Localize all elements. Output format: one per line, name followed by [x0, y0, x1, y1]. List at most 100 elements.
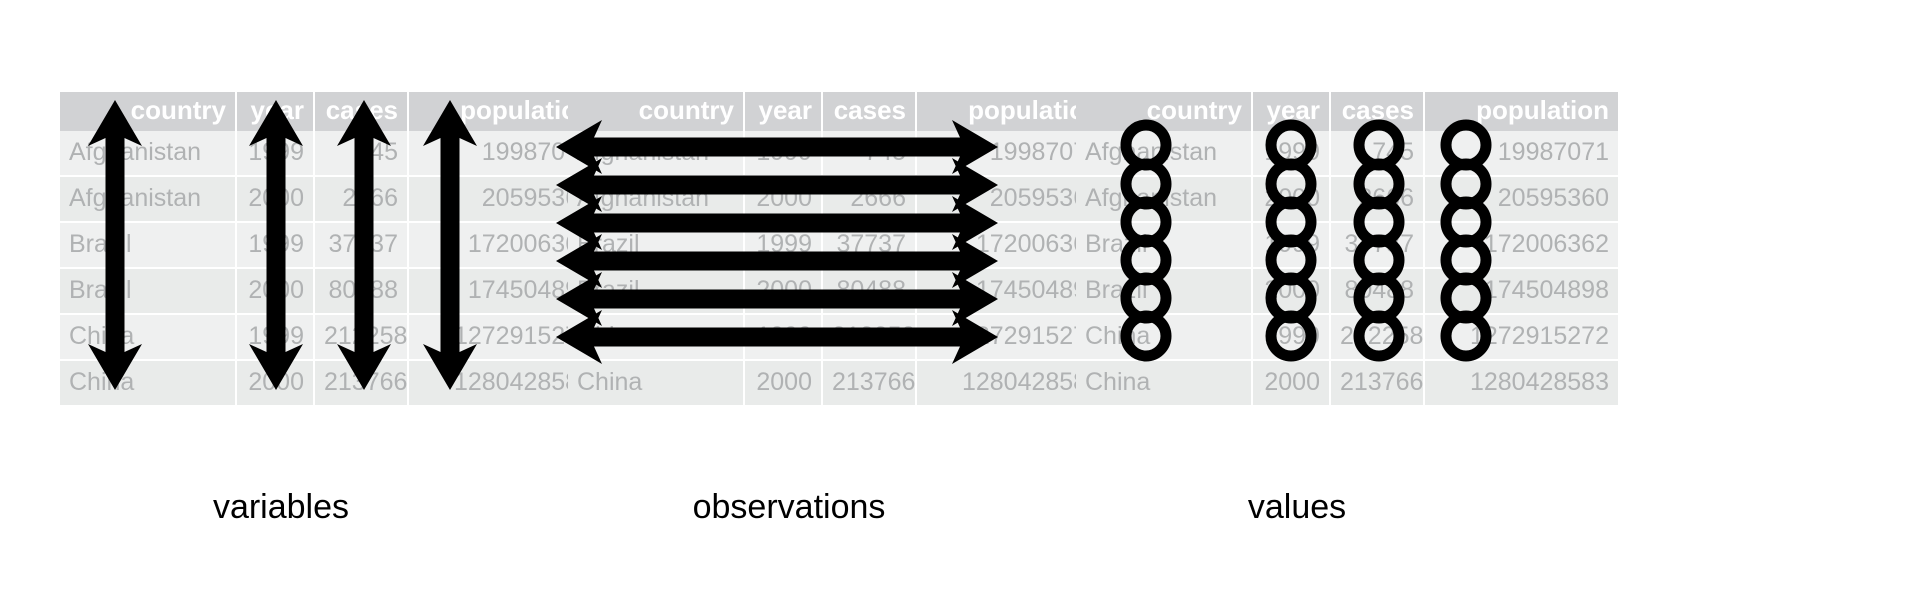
column-header-year: year: [744, 92, 823, 131]
cell-cases: 80488: [822, 268, 917, 315]
cell-year: 2000: [1252, 176, 1331, 223]
cell-country: Afghanistan: [1076, 176, 1253, 223]
cell-country: China: [568, 360, 745, 405]
cell-cases: 212258: [822, 314, 917, 361]
cell-population: 172006362: [1424, 222, 1618, 269]
table-row: Brazil 2000 80488 174504898: [60, 268, 602, 315]
data-table-variables: country year cases population Afghanista…: [60, 92, 602, 405]
cell-year: 2000: [236, 360, 315, 405]
cell-year: 1999: [1252, 222, 1331, 269]
table-row: China 1999 212258 1272915272: [568, 314, 1110, 361]
table-row: Afghanistan 1999 745 19987071: [1076, 131, 1618, 177]
cell-population: 174504898: [1424, 268, 1618, 315]
table-row: China 2000 213766 1280428583: [60, 360, 602, 405]
tidy-data-figure: country year cases population Afghanista…: [0, 0, 1920, 600]
column-header-cases: cases: [822, 92, 917, 131]
data-table-values: country year cases population Afghanista…: [1076, 92, 1618, 405]
panel-values: country year cases population Afghanista…: [1076, 92, 1618, 405]
cell-year: 2000: [236, 176, 315, 223]
table-body: Afghanistan 1999 745 19987071 Afghanista…: [1076, 131, 1618, 405]
cell-year: 2000: [744, 360, 823, 405]
cell-population: 20595360: [1424, 176, 1618, 223]
cell-cases: 745: [314, 131, 409, 177]
table-row: Brazil 2000 80488 174504898: [568, 268, 1110, 315]
cell-year: 1999: [744, 314, 823, 361]
cell-cases: 213766: [1330, 360, 1425, 405]
cell-population: 1280428583: [1424, 360, 1618, 405]
cell-cases: 213766: [822, 360, 917, 405]
table-row: Afghanistan 2000 2666 20595360: [1076, 176, 1618, 223]
cell-year: 1999: [1252, 314, 1331, 361]
cell-country: Afghanistan: [568, 176, 745, 223]
cell-country: Afghanistan: [60, 131, 237, 177]
column-header-country: country: [568, 92, 745, 131]
cell-country: Brazil: [568, 222, 745, 269]
cell-cases: 745: [822, 131, 917, 177]
panel-variables: country year cases population Afghanista…: [60, 92, 602, 405]
table-row: Brazil 1999 37737 172006362: [568, 222, 1110, 269]
column-header-country: country: [60, 92, 237, 131]
cell-population: 19987071: [1424, 131, 1618, 177]
caption-variables: variables: [212, 488, 350, 526]
cell-country: China: [1076, 314, 1253, 361]
caption-observations: observations: [692, 488, 886, 526]
caption-values: values: [1247, 488, 1347, 526]
table-row: China 1999 212258 1272915272: [1076, 314, 1618, 361]
table-row: Afghanistan 2000 2666 20595360: [568, 176, 1110, 223]
cell-country: China: [60, 360, 237, 405]
cell-cases: 80488: [1330, 268, 1425, 315]
cell-country: China: [1076, 360, 1253, 405]
table-row: Brazil 2000 80488 174504898: [1076, 268, 1618, 315]
data-table-observations: country year cases population Afghanista…: [568, 92, 1110, 405]
table-header-row: country year cases population: [60, 92, 602, 131]
cell-country: China: [568, 314, 745, 361]
table-header-row: country year cases population: [568, 92, 1110, 131]
table-row: Afghanistan 1999 745 19987071: [60, 131, 602, 177]
table-row: China 1999 212258 1272915272: [60, 314, 602, 361]
cell-cases: 37737: [822, 222, 917, 269]
table-row: Brazil 1999 37737 172006362: [60, 222, 602, 269]
cell-country: Brazil: [568, 268, 745, 315]
column-header-population: population: [1424, 92, 1618, 131]
cell-year: 1999: [1252, 131, 1331, 177]
cell-cases: 2666: [822, 176, 917, 223]
cell-cases: 2666: [314, 176, 409, 223]
cell-cases: 2666: [1330, 176, 1425, 223]
cell-cases: 80488: [314, 268, 409, 315]
cell-cases: 37737: [314, 222, 409, 269]
table-body: Afghanistan 1999 745 19987071 Afghanista…: [60, 131, 602, 405]
cell-year: 1999: [236, 131, 315, 177]
table-row: Afghanistan 2000 2666 20595360: [60, 176, 602, 223]
cell-cases: 213766: [314, 360, 409, 405]
cell-country: Brazil: [60, 222, 237, 269]
cell-country: Brazil: [1076, 268, 1253, 315]
column-header-year: year: [236, 92, 315, 131]
table-row: Brazil 1999 37737 172006362: [1076, 222, 1618, 269]
column-header-year: year: [1252, 92, 1331, 131]
cell-year: 2000: [236, 268, 315, 315]
table-header-row: country year cases population: [1076, 92, 1618, 131]
cell-year: 1999: [744, 131, 823, 177]
cell-year: 2000: [744, 176, 823, 223]
cell-cases: 37737: [1330, 222, 1425, 269]
cell-country: Afghanistan: [568, 131, 745, 177]
panel-observations: country year cases population Afghanista…: [556, 92, 1110, 405]
cell-country: Brazil: [60, 268, 237, 315]
cell-year: 1999: [236, 314, 315, 361]
cell-year: 1999: [744, 222, 823, 269]
cell-population: 1272915272: [1424, 314, 1618, 361]
table-row: China 2000 213766 1280428583: [568, 360, 1110, 405]
cell-country: Brazil: [1076, 222, 1253, 269]
cell-year: 2000: [744, 268, 823, 315]
column-header-country: country: [1076, 92, 1253, 131]
cell-year: 1999: [236, 222, 315, 269]
cell-year: 2000: [1252, 360, 1331, 405]
cell-cases: 745: [1330, 131, 1425, 177]
cell-cases: 212258: [1330, 314, 1425, 361]
table-row: China 2000 213766 1280428583: [1076, 360, 1618, 405]
column-header-cases: cases: [314, 92, 409, 131]
cell-cases: 212258: [314, 314, 409, 361]
cell-country: Afghanistan: [60, 176, 237, 223]
column-header-cases: cases: [1330, 92, 1425, 131]
table-row: Afghanistan 1999 745 19987071: [568, 131, 1110, 177]
